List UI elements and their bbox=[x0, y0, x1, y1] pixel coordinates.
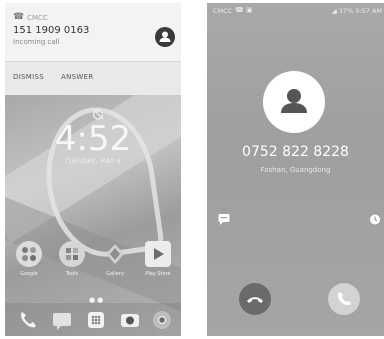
tools-folder-icon bbox=[59, 241, 85, 267]
app-gallery[interactable]: Gallery bbox=[100, 241, 130, 277]
app-tools[interactable]: Tools bbox=[57, 241, 87, 277]
lockscreen-date: TUESDAY, MAY 9 bbox=[64, 158, 122, 165]
phone-icon: ☎ bbox=[13, 12, 25, 22]
app-google[interactable]: Google bbox=[14, 241, 44, 277]
left-screen: ☎ CMCC 151 1909 0163 Incoming call DISMI… bbox=[5, 3, 181, 336]
message-icon[interactable] bbox=[217, 212, 231, 226]
person-icon bbox=[281, 89, 307, 113]
avatar bbox=[155, 27, 175, 47]
right-screen: CMCC ☎ ▣ ◢ 37% 9:57 AM 0752 822 8228 Fos… bbox=[207, 3, 384, 336]
google-folder-icon bbox=[16, 241, 42, 267]
carrier-label: CMCC bbox=[213, 7, 233, 15]
app-label: Tools bbox=[65, 271, 79, 277]
battery-text: 37% 9:57 AM bbox=[338, 7, 382, 15]
person-icon bbox=[159, 31, 171, 42]
chrome-icon[interactable] bbox=[151, 309, 173, 331]
caller-number: 151 1909 0163 bbox=[13, 25, 90, 36]
status-right: ◢ 37% 9:57 AM bbox=[332, 7, 382, 15]
call-status: Incoming call bbox=[13, 38, 60, 46]
app-play-store[interactable]: Play Store bbox=[143, 241, 173, 277]
avatar bbox=[263, 71, 325, 133]
app-label: Google bbox=[20, 271, 38, 277]
answer-call-button[interactable] bbox=[328, 283, 360, 315]
lockscreen-time: 4:52 bbox=[54, 119, 132, 159]
reminder-icon[interactable] bbox=[368, 212, 382, 226]
notification-label: CMCC bbox=[27, 14, 48, 22]
status-bar: CMCC ☎ ▣ ◢ 37% 9:57 AM bbox=[207, 3, 384, 19]
dismiss-button[interactable]: DISMISS bbox=[13, 73, 44, 81]
app-label: Play Store bbox=[145, 271, 171, 277]
caller-number: 0752 822 8228 bbox=[242, 144, 349, 160]
answer-call-icon bbox=[337, 292, 351, 306]
play-store-icon bbox=[145, 241, 171, 267]
decline-call-button[interactable] bbox=[239, 283, 271, 315]
phone-icon[interactable] bbox=[17, 309, 39, 331]
signal-icon: ◢ bbox=[331, 7, 337, 15]
camera-icon[interactable] bbox=[119, 309, 141, 331]
call-notification-icon: ☎ ▣ bbox=[235, 6, 253, 14]
caller-location: Foshan, Guangdong bbox=[260, 166, 331, 174]
answer-button[interactable]: ANSWER bbox=[61, 73, 93, 81]
app-drawer-icon[interactable] bbox=[85, 309, 107, 331]
decline-call-icon bbox=[247, 297, 263, 303]
messages-icon[interactable] bbox=[51, 309, 73, 331]
gallery-icon bbox=[102, 241, 128, 267]
incoming-call-notification[interactable]: ☎ CMCC 151 1909 0163 Incoming call DISMI… bbox=[5, 3, 181, 95]
app-label: Gallery bbox=[106, 271, 124, 277]
